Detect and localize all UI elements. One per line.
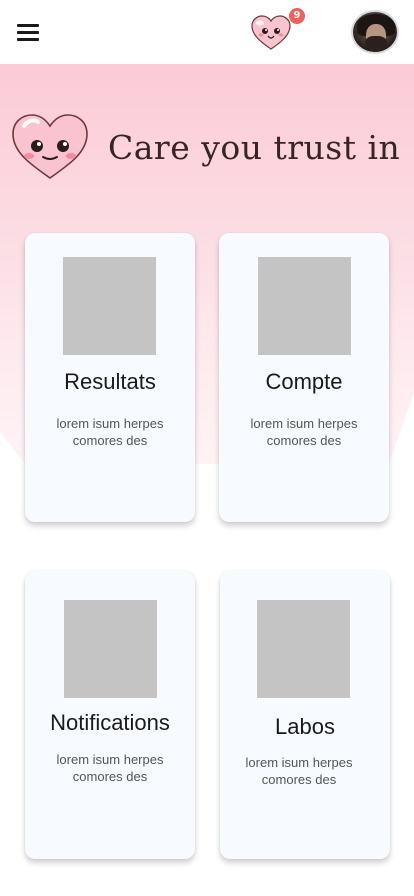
card-title: Compte	[265, 369, 343, 394]
card-image-placeholder	[258, 257, 351, 355]
card-image-placeholder	[64, 600, 157, 698]
kawaii-heart-icon	[12, 114, 88, 179]
kawaii-heart-icon[interactable]	[249, 14, 293, 52]
card-labos[interactable]: Labos lorem isum herpes comores des	[220, 571, 390, 859]
user-avatar[interactable]	[351, 10, 399, 54]
card-description: lorem isum herpes comores des	[56, 416, 164, 448]
card-description: lorem isum herpes comores des	[245, 755, 353, 787]
top-app-bar: 9	[0, 0, 414, 64]
card-title: Resultats	[64, 369, 156, 394]
card-description: lorem isum herpes comores des	[250, 416, 358, 448]
hero-title: Care you trust in	[108, 128, 401, 167]
notification-badge[interactable]: 9	[289, 8, 305, 24]
card-compte[interactable]: Compte lorem isum herpes comores des	[219, 233, 389, 522]
card-title: Labos	[275, 714, 335, 739]
card-title: Notifications	[50, 710, 170, 735]
card-resultats[interactable]: Resultats lorem isum herpes comores des	[25, 233, 195, 522]
card-notifications[interactable]: Notifications lorem isum herpes comores …	[25, 571, 195, 859]
card-image-placeholder	[63, 257, 156, 355]
card-description: lorem isum herpes comores des	[56, 752, 164, 784]
hamburger-menu-icon[interactable]	[17, 24, 39, 41]
card-image-placeholder	[257, 600, 350, 698]
